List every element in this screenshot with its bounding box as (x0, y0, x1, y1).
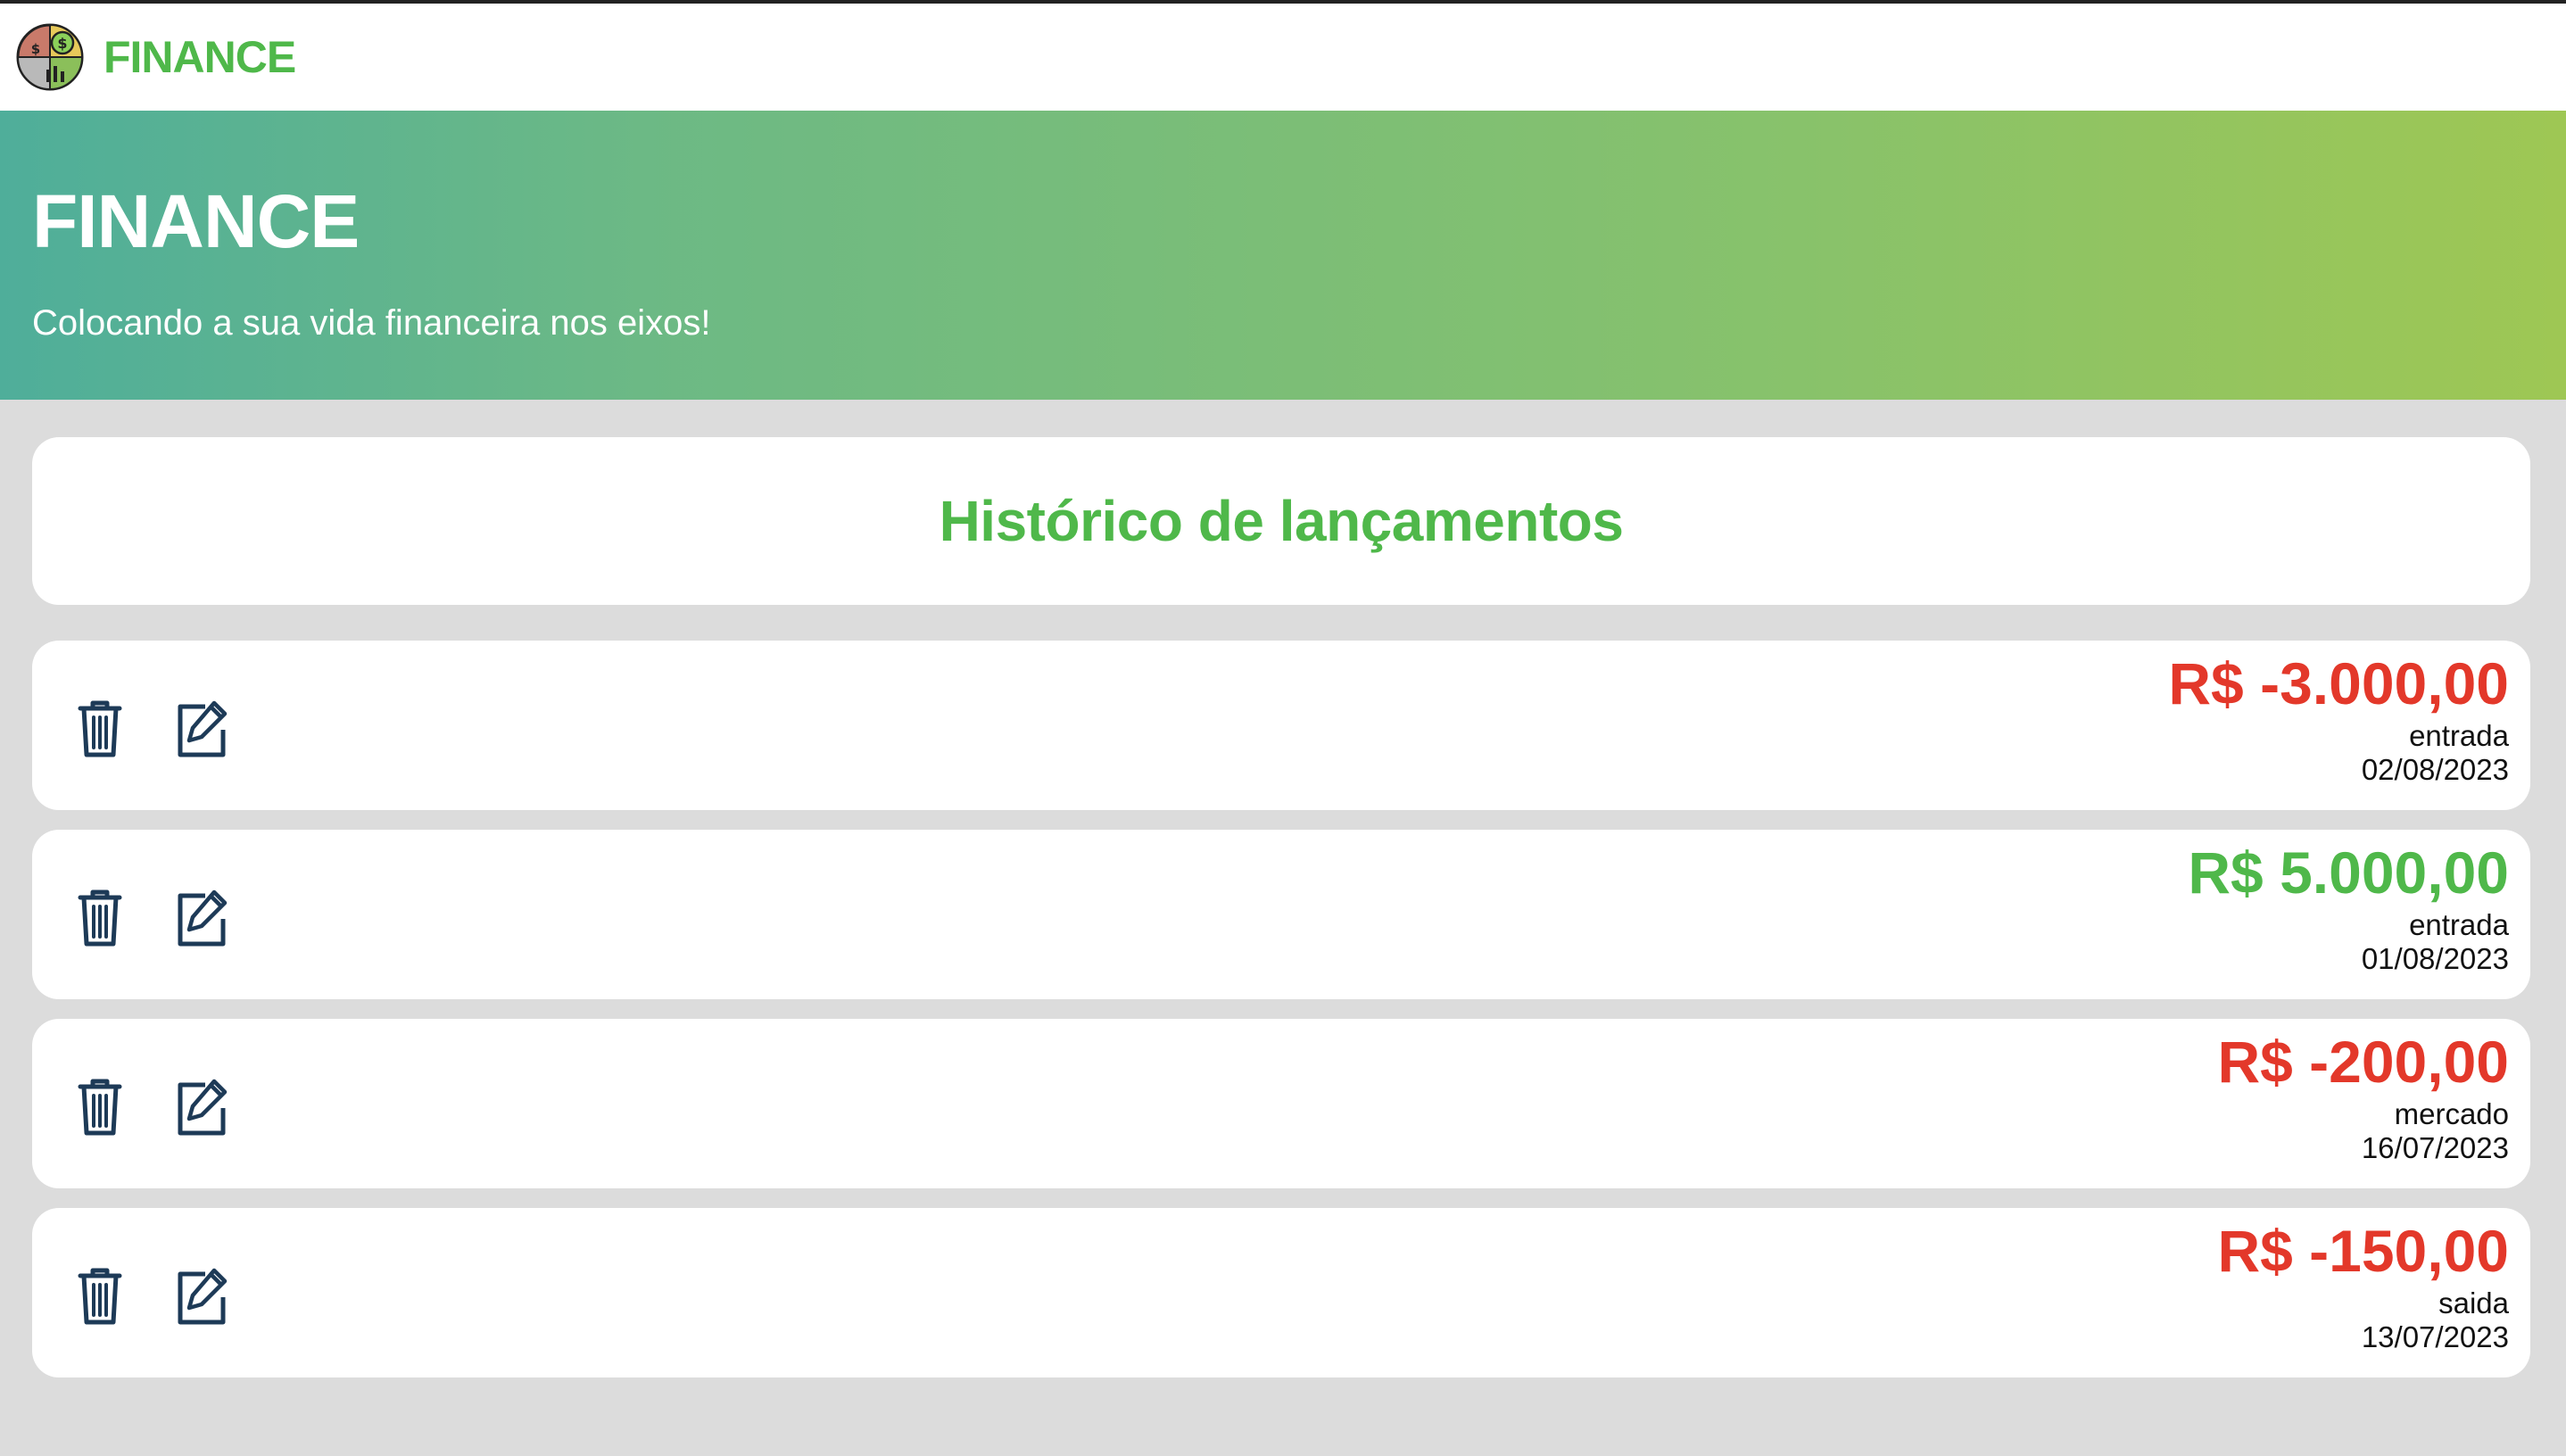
transaction-date: 02/08/2023 (2361, 753, 2509, 786)
svg-text:$: $ (57, 35, 67, 52)
hero-banner: FINANCE Colocando a sua vida financeira … (0, 111, 2566, 400)
finance-logo-icon[interactable]: $ $ (14, 21, 86, 93)
trash-icon[interactable] (73, 885, 127, 949)
trash-icon[interactable] (73, 696, 127, 760)
transaction-amount: R$ 5.000,00 (2188, 840, 2509, 906)
transaction-category: entrada (2409, 719, 2509, 752)
svg-text:$: $ (31, 41, 40, 57)
transaction-date: 16/07/2023 (2361, 1131, 2509, 1164)
navbar: $ $ FINANCE (0, 4, 2566, 111)
history-card: Histórico de lançamentos (32, 437, 2530, 605)
transaction-row: R$ -3.000,00 entrada 02/08/2023 (32, 641, 2530, 810)
transaction-row: R$ 5.000,00 entrada 01/08/2023 (32, 830, 2530, 999)
transaction-category: mercado (2394, 1097, 2509, 1130)
transaction-category: entrada (2409, 908, 2509, 941)
transaction-date: 01/08/2023 (2361, 942, 2509, 975)
trash-icon[interactable] (73, 1074, 127, 1138)
transaction-category: saida (2438, 1286, 2509, 1320)
edit-icon[interactable] (175, 1074, 228, 1138)
trash-icon[interactable] (73, 1263, 127, 1328)
hero-title: FINANCE (32, 179, 360, 263)
brand-name[interactable]: FINANCE (103, 31, 296, 83)
edit-icon[interactable] (175, 696, 228, 760)
transaction-amount: R$ -150,00 (2217, 1218, 2509, 1284)
transaction-row: R$ -150,00 saida 13/07/2023 (32, 1208, 2530, 1377)
transaction-amount: R$ -200,00 (2217, 1029, 2509, 1095)
edit-icon[interactable] (175, 885, 228, 949)
hero-subtitle: Colocando a sua vida financeira nos eixo… (32, 303, 711, 343)
transaction-row: R$ -200,00 mercado 16/07/2023 (32, 1019, 2530, 1188)
transaction-amount: R$ -3.000,00 (2168, 650, 2509, 716)
history-title: Histórico de lançamentos (939, 489, 1624, 553)
edit-icon[interactable] (175, 1263, 228, 1328)
transaction-date: 13/07/2023 (2361, 1320, 2509, 1353)
